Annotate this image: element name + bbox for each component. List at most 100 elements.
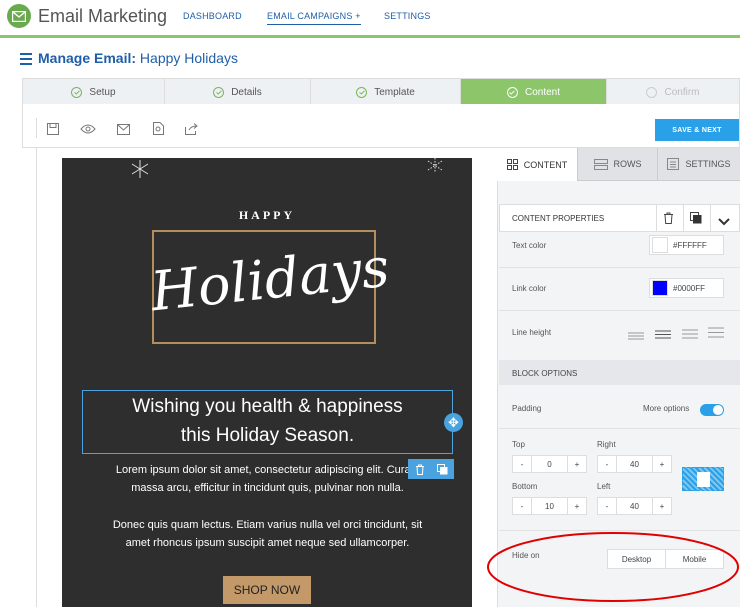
- divider: [499, 267, 740, 268]
- decrement-button[interactable]: -: [598, 456, 616, 472]
- more-options-toggle[interactable]: [700, 404, 724, 416]
- divider: [499, 310, 740, 311]
- circle-icon: [646, 86, 658, 98]
- padding-bottom-stepper[interactable]: - 10 +: [512, 497, 587, 515]
- stepper-value[interactable]: 0: [531, 456, 568, 472]
- save-icon[interactable]: [47, 122, 61, 135]
- stepper-value[interactable]: 40: [616, 456, 653, 472]
- stepper-value[interactable]: 40: [616, 498, 653, 514]
- shop-now-button[interactable]: SHOP NOW: [223, 576, 311, 604]
- save-and-next-button[interactable]: SAVE & NEXT: [655, 119, 739, 141]
- decrement-button[interactable]: -: [513, 498, 531, 514]
- padding-label: Padding: [512, 404, 542, 413]
- page-title-name: Happy Holidays: [139, 50, 238, 66]
- bottom-label: Bottom: [512, 482, 538, 491]
- block-actions: [408, 459, 454, 479]
- grid-icon: [506, 159, 518, 170]
- settings-list-icon: [667, 158, 680, 170]
- text-color-picker[interactable]: #FFFFFF: [649, 235, 724, 255]
- step-setup[interactable]: Setup: [23, 79, 165, 105]
- headline-line: this Holiday Season.: [180, 425, 355, 446]
- tab-label: CONTENT: [523, 159, 568, 170]
- text-color-label: Text color: [512, 241, 547, 250]
- increment-button[interactable]: +: [653, 456, 671, 472]
- divider: [656, 205, 657, 231]
- increment-button[interactable]: +: [568, 498, 586, 514]
- line-height-relaxed-icon[interactable]: [682, 326, 698, 344]
- check-circle-icon: [71, 86, 83, 98]
- step-details[interactable]: Details: [165, 79, 311, 105]
- color-swatch: [652, 237, 668, 253]
- step-label: Confirm: [664, 86, 700, 98]
- nav-dashboard[interactable]: DASHBOARD: [183, 11, 242, 21]
- rows-icon: [593, 158, 608, 170]
- tab-label: SETTINGS: [685, 159, 731, 169]
- chevron-down-icon[interactable]: [718, 213, 730, 231]
- check-circle-icon: [356, 86, 368, 98]
- email-headline[interactable]: Wishing you health & happiness this Holi…: [82, 392, 453, 450]
- check-circle-icon: [213, 86, 225, 98]
- step-label: Template: [374, 86, 415, 98]
- padding-top-stepper[interactable]: - 0 +: [512, 455, 587, 473]
- email-paragraph-1[interactable]: Lorem ipsum dolor sit amet, consectetur …: [82, 461, 453, 497]
- more-options-label: More options: [643, 404, 690, 413]
- top-label: Top: [512, 440, 525, 449]
- headline-line: Wishing you health & happiness: [132, 396, 403, 417]
- block-options-title: BLOCK OPTIONS: [512, 369, 578, 378]
- line-height-loose-icon[interactable]: [708, 325, 724, 343]
- link-color-picker[interactable]: #0000FF: [649, 278, 724, 298]
- email-icon[interactable]: [117, 122, 131, 135]
- step-template[interactable]: Template: [311, 79, 461, 105]
- email-paragraph-2[interactable]: Donec quis quam lectus. Etiam varius nul…: [82, 516, 453, 552]
- increment-button[interactable]: +: [653, 498, 671, 514]
- annotation-ellipse: [487, 532, 739, 602]
- divider: [499, 428, 740, 429]
- increment-button[interactable]: +: [568, 456, 586, 472]
- tab-settings[interactable]: SETTINGS: [658, 148, 740, 181]
- delete-icon[interactable]: [663, 211, 674, 229]
- content-properties-title: CONTENT PROPERTIES: [512, 214, 605, 223]
- paragraph-line: Lorem ipsum dolor sit amet, consectetur …: [115, 464, 420, 476]
- line-height-normal-icon[interactable]: [655, 326, 671, 344]
- file-search-icon[interactable]: [153, 122, 164, 135]
- email-happy-text[interactable]: HAPPY: [62, 208, 472, 223]
- step-content[interactable]: Content: [461, 79, 607, 105]
- step-label: Setup: [89, 86, 116, 98]
- duplicate-icon[interactable]: [690, 211, 702, 229]
- padding-left-stepper[interactable]: - 40 +: [597, 497, 672, 515]
- nav-email-campaigns[interactable]: EMAIL CAMPAIGNS +: [267, 11, 361, 25]
- color-swatch: [652, 280, 668, 296]
- page-title-prefix: Manage Email:: [38, 50, 137, 66]
- left-label: Left: [597, 482, 611, 491]
- padding-right-stepper[interactable]: - 40 +: [597, 455, 672, 473]
- divider: [683, 205, 684, 231]
- menu-icon[interactable]: [20, 53, 32, 68]
- step-label: Content: [524, 86, 561, 98]
- link-color-label: Link color: [512, 284, 547, 293]
- stepper-value[interactable]: 10: [531, 498, 568, 514]
- app-title: Email Marketing: [38, 6, 168, 26]
- color-value: #FFFFFF: [673, 240, 707, 250]
- nav-settings[interactable]: SETTINGS: [384, 11, 431, 21]
- share-icon[interactable]: [185, 122, 199, 135]
- line-height-tight-icon[interactable]: [628, 327, 644, 345]
- snowflake-icon: [425, 158, 445, 174]
- tab-label: ROWS: [613, 159, 642, 169]
- step-label: Details: [231, 86, 262, 98]
- preview-eye-icon[interactable]: [80, 122, 96, 134]
- decrement-button[interactable]: -: [513, 456, 531, 472]
- divider: [710, 205, 711, 231]
- step-confirm[interactable]: Confirm: [607, 79, 739, 105]
- email-logo-icon[interactable]: [7, 4, 31, 28]
- paragraph-line: amet rhoncus ipsum suscipit amet neque s…: [125, 537, 410, 549]
- decrement-button[interactable]: -: [598, 498, 616, 514]
- panel-tabs: CONTENT ROWS SETTINGS: [497, 148, 740, 181]
- paragraph-line: Donec quis quam lectus. Etiam varius nul…: [112, 519, 423, 531]
- move-handle-icon[interactable]: ✥: [444, 413, 463, 432]
- page-title: Manage Email: Happy Holidays: [38, 50, 238, 66]
- tab-content[interactable]: CONTENT: [497, 148, 578, 181]
- wizard-steps: Setup Details Template Content Confirm: [22, 78, 740, 105]
- tab-rows[interactable]: ROWS: [578, 148, 658, 181]
- delete-icon[interactable]: [408, 459, 431, 479]
- duplicate-icon[interactable]: [431, 459, 454, 479]
